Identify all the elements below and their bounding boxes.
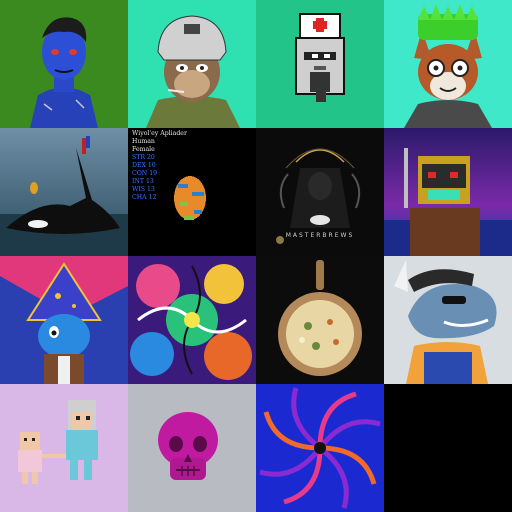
ape-pilot-image bbox=[128, 0, 256, 128]
shark-image bbox=[384, 256, 512, 384]
nft-gallery-grid: Wiyol'ey Apliader Human Female STR 20 DE… bbox=[0, 0, 512, 512]
tile-orca[interactable] bbox=[0, 128, 128, 256]
tile-pixel-family[interactable] bbox=[0, 384, 128, 512]
tile-pixel-nurse[interactable] bbox=[256, 0, 384, 128]
pixel-family-image bbox=[0, 384, 128, 512]
pink-skull-image bbox=[128, 384, 256, 512]
tile-fox-grass[interactable] bbox=[384, 0, 512, 128]
attribute-wis: WIS 13 bbox=[132, 186, 155, 193]
tile-ape-pilot[interactable] bbox=[128, 0, 256, 128]
brand-label: MASTERBREWS bbox=[285, 232, 355, 239]
pixel-nurse-image bbox=[256, 0, 384, 128]
attribute-int: INT 13 bbox=[132, 178, 154, 185]
psychedelic-image bbox=[128, 256, 256, 384]
attribute-con: CON 19 bbox=[132, 170, 158, 177]
pizza-image bbox=[256, 256, 384, 384]
tile-psychedelic[interactable] bbox=[128, 256, 256, 384]
tile-pizza[interactable] bbox=[256, 256, 384, 384]
pixel-warrior-image bbox=[384, 128, 512, 256]
blue-zombie-image bbox=[0, 0, 128, 128]
tile-character-stats[interactable]: Wiyol'ey Apliader Human Female STR 20 DE… bbox=[128, 128, 256, 256]
orca-image bbox=[0, 128, 128, 256]
attribute-dex: DEX 10 bbox=[132, 162, 156, 169]
character-name: Wiyol'ey Apliader bbox=[132, 130, 187, 137]
spiral-image bbox=[256, 384, 384, 512]
character-stats-panel: Wiyol'ey Apliader Human Female STR 20 DE… bbox=[132, 130, 187, 202]
wizard-image bbox=[0, 256, 128, 384]
tile-wizard[interactable] bbox=[0, 256, 128, 384]
tile-pink-skull[interactable] bbox=[128, 384, 256, 512]
tile-blue-zombie[interactable] bbox=[0, 0, 128, 128]
tile-pixel-warrior[interactable] bbox=[384, 128, 512, 256]
fox-grass-image bbox=[384, 0, 512, 128]
attribute-str: STR 20 bbox=[132, 154, 155, 161]
attribute-cha: CHA 12 bbox=[132, 194, 157, 201]
tile-spiral[interactable] bbox=[256, 384, 384, 512]
character-race: Human bbox=[132, 138, 155, 145]
tile-dark-throne[interactable]: MASTERBREWS bbox=[256, 128, 384, 256]
character-sex: Female bbox=[132, 146, 155, 153]
tile-shark[interactable] bbox=[384, 256, 512, 384]
